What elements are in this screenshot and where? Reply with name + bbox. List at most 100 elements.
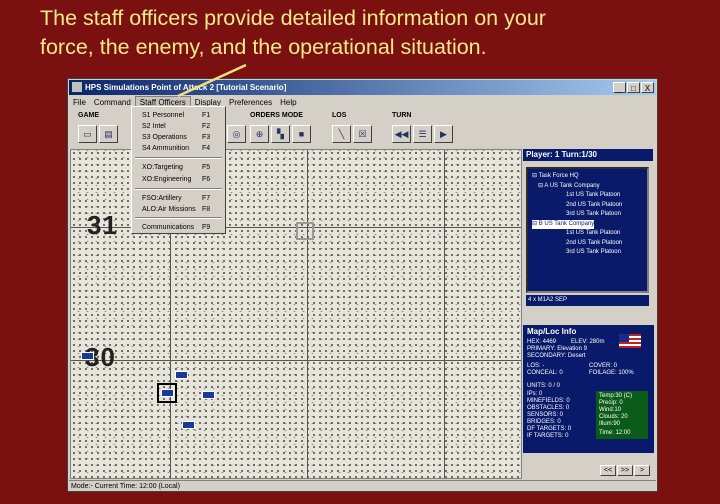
side-panel: Player: 1 Turn:1/30 ⊟ Task Force HQ ⊟ A … [523, 149, 657, 479]
menu-file[interactable]: File [69, 96, 90, 109]
clouds-value: Clouds: 20 [599, 414, 628, 420]
menu-separator [135, 188, 222, 190]
menu-item-communications[interactable]: Communications F9 [142, 222, 222, 233]
temp-value: Temp:30 (C) [599, 393, 633, 399]
hex-value: HEX: 4469 [527, 339, 557, 345]
tree-item[interactable]: ⊟ Task Force HQ [532, 172, 579, 181]
primary-terrain: PRIMARY: Elevation 9 [527, 346, 587, 352]
title-bar: HPS Simulations Point of Attack 2 [Tutor… [69, 80, 656, 95]
weather-panel: Temp:30 (C) Precip: 0 Wind:10 Clouds: 20… [596, 391, 648, 439]
menu-item-s2-intel[interactable]: S2 Intel F2 [142, 121, 222, 132]
window-icon[interactable]: ▭ [78, 125, 97, 143]
tree-item[interactable]: ⊟ A US Tank Company [538, 182, 600, 191]
sensors-value: SENSORS: 0 [527, 412, 564, 418]
status-bar: Mode:- Current Time: 12:00 (Local) [69, 480, 656, 491]
menu-item-s4-ammunition[interactable]: S4 Ammunition F4 [142, 143, 222, 154]
turn-toolgroup: TURN ◀◀ ☰ ▶ [389, 111, 469, 145]
tree-item[interactable]: 2nd US Tank Platoon [566, 239, 622, 248]
staff-officers-dropdown: S1 Personnel F1 S2 Intel F2 S3 Operations F… [131, 106, 226, 234]
foilage-value: FOILAGE: 100% [589, 370, 634, 376]
next-unit-button[interactable]: >> [617, 465, 633, 476]
close-button[interactable]: X [641, 82, 654, 93]
menu-item-s3-operations[interactable]: S3 Operations F3 [142, 132, 222, 143]
illum-value: Illum:90 [599, 421, 621, 427]
grid-line [307, 150, 308, 478]
force-tree: ⊟ Task Force HQ ⊟ A US Tank Company 1st … [531, 171, 641, 287]
force-tree-box: ⊟ Task Force HQ ⊟ A US Tank Company 1st … [526, 167, 649, 293]
conceal-value: CONCEAL: 0 [527, 370, 563, 376]
menu-separator [135, 217, 222, 219]
precip-value: Precip: 0 [599, 400, 623, 406]
los-toolgroup: LOS ╲ ☒ [329, 111, 389, 145]
menu-command[interactable]: Command [90, 96, 135, 109]
unit-counter[interactable] [202, 391, 215, 399]
rewind-icon[interactable]: ◀◀ [392, 125, 411, 143]
map-icon[interactable]: ▚ [271, 125, 290, 143]
nav-buttons: << >> > [599, 459, 650, 477]
minimize-button[interactable]: _ [613, 82, 626, 93]
restore-button[interactable]: □ [627, 82, 640, 93]
tree-item[interactable]: 3rd US Tank Platoon [566, 248, 621, 257]
los-label: LOS [332, 112, 347, 119]
obstacles-value: OBSTACLES: 0 [527, 405, 570, 411]
grid-row-label-31: 31 [87, 210, 118, 240]
menu-item-alo-air-missions[interactable]: ALO:Air Missions F8 [142, 204, 222, 215]
los-value: LOS: - [527, 363, 545, 369]
menu-item-s1-personnel[interactable]: S1 Personnel F1 [142, 110, 222, 121]
menu-preferences[interactable]: Preferences [225, 96, 276, 109]
app-icon [72, 82, 82, 92]
stop-icon[interactable]: ■ [292, 125, 311, 143]
target-circle-icon[interactable]: ◎ [227, 125, 246, 143]
minefields-value: MINEFIELDS: 0 [527, 398, 570, 404]
game-toolgroup: GAME ▭ ▤ [75, 111, 135, 145]
turn-label: TURN [392, 112, 412, 119]
tree-item[interactable]: 3rd US Tank Platoon [566, 210, 621, 219]
secondary-terrain: SECONDARY: Desert [527, 353, 586, 359]
selected-unit-label: 4 x M1A2 SEP [526, 295, 649, 306]
menu-item-xo-targeting[interactable]: XO:Targeting F5 [142, 162, 222, 173]
player-turn-header: Player: 1 Turn:1/30 [523, 149, 653, 161]
unit-counter[interactable] [175, 371, 188, 379]
next-turn-icon[interactable]: ▶ [434, 125, 453, 143]
report-icon[interactable]: ☰ [413, 125, 432, 143]
selected-unit-box[interactable] [157, 383, 177, 403]
unit-counter[interactable] [182, 421, 195, 429]
window-title: HPS Simulations Point of Attack 2 [Tutor… [85, 83, 287, 92]
orders-toolgroup: ORDERS MODE ⊕ ▚ ■ [247, 111, 327, 145]
folder-icon[interactable]: ▤ [99, 125, 118, 143]
ips-value: IPs: 0 [527, 391, 543, 397]
tree-item-selected[interactable]: ⊟ B US Tank Company [532, 220, 595, 229]
cover-value: COVER: 0 [589, 363, 618, 369]
wind-value: Wind:10 [599, 407, 622, 413]
hex-cursor [296, 222, 314, 240]
los-clear-icon[interactable]: ☒ [353, 125, 372, 143]
elev-value: ELEV: 280m [571, 339, 605, 345]
crosshair-icon[interactable]: ⊕ [250, 125, 269, 143]
tree-item[interactable]: 1st US Tank Platoon [566, 191, 620, 200]
tree-item[interactable]: 1st US Tank Platoon [566, 229, 620, 238]
orders-label: ORDERS MODE [250, 112, 303, 119]
line-of-sight-icon[interactable]: ╲ [332, 125, 351, 143]
bridges-value: BRIDGES: 0 [527, 419, 561, 425]
map-loc-title: Map/Loc Info [527, 327, 577, 336]
menu-item-xo-engineering[interactable]: XO:Engineering F6 [142, 174, 222, 185]
caption-line-2: force, the enemy, and the operational si… [40, 35, 487, 59]
menu-item-fso-artillery[interactable]: FSO:Artillery F7 [142, 193, 222, 204]
menu-separator [135, 157, 222, 159]
slide-caption: The staff officers provide detailed info… [40, 4, 700, 62]
units-value: UNITS: 0 / 0 [527, 383, 561, 389]
prev-unit-button[interactable]: << [600, 465, 616, 476]
end-button[interactable]: > [634, 465, 650, 476]
caption-line-1: The staff officers provide detailed info… [40, 6, 546, 30]
map-loc-info: Map/Loc Info HEX: 4469 ELEV: 280m PRIMAR… [523, 325, 654, 453]
menu-help[interactable]: Help [276, 96, 300, 109]
grid-line [71, 360, 521, 361]
if-targets-value: IF TARGETS: 0 [527, 433, 569, 439]
game-label: GAME [78, 112, 99, 119]
tree-item[interactable]: 2nd US Tank Platoon [566, 201, 622, 210]
grid-line [444, 150, 445, 478]
time-value: Time: 12:00 [599, 430, 631, 436]
df-targets-value: DF TARGETS: 0 [527, 426, 572, 432]
unit-counter[interactable] [81, 352, 94, 360]
us-flag-icon [619, 334, 641, 348]
